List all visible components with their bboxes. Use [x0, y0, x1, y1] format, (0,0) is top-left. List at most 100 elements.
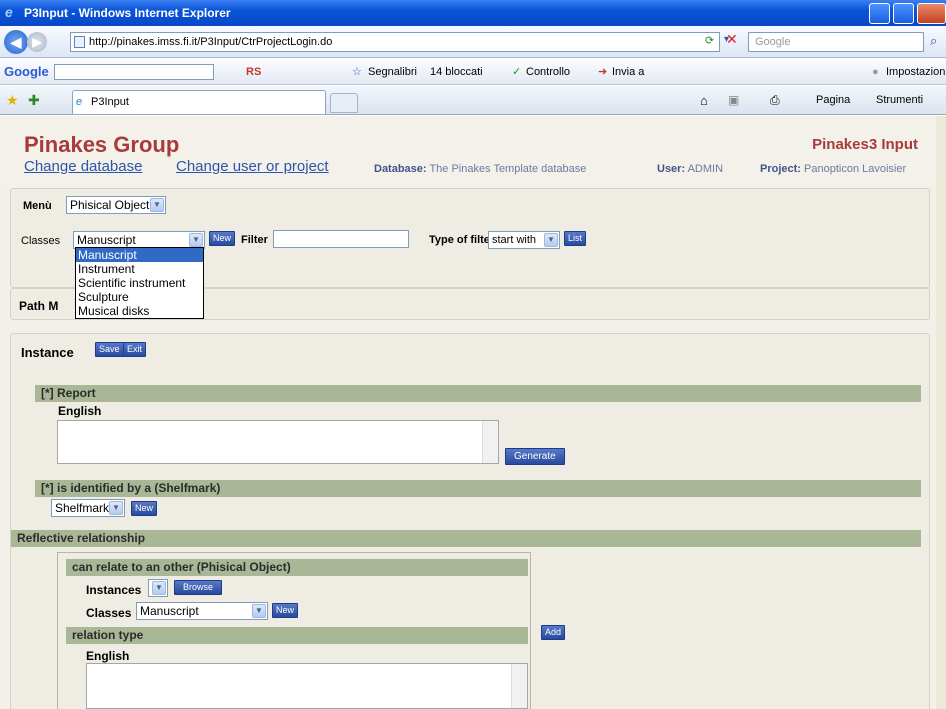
filter-type-label: Type of filter [429, 234, 495, 246]
product-title: Pinakes3 Input [812, 136, 918, 153]
relation-box: can relate to an other (Phisical Object)… [57, 552, 531, 709]
relation-english-label: English [86, 649, 130, 663]
report-english-label: English [58, 404, 102, 418]
reflective-section: Reflective relationship [11, 530, 921, 547]
filter-type-select[interactable]: start with ▼ [488, 231, 560, 249]
classes-select-value: Manuscript [77, 233, 136, 247]
user-label: User: [657, 163, 686, 175]
popup-blocked-button[interactable]: 14 bloccati [430, 59, 483, 85]
classes-label-2: Classes [86, 606, 132, 620]
instance-panel: Instance Save Exit [*] Report English Ge… [10, 333, 930, 709]
chevron-down-icon: ▼ [189, 233, 203, 247]
classes-value-2: Manuscript [140, 604, 199, 618]
filter-type-value: start with [492, 234, 537, 246]
search-icon[interactable]: ⌕ [930, 33, 937, 49]
chevron-down-icon: ▼ [544, 233, 558, 247]
rs-button[interactable]: RS [246, 59, 261, 85]
project-label: Project: [760, 163, 801, 175]
change-database-link[interactable]: Change database [24, 158, 142, 175]
print-icon[interactable]: ⎙ [770, 93, 780, 108]
instance-title: Instance [21, 345, 74, 360]
classes-dropdown-list[interactable]: Manuscript Instrument Scientific instrum… [75, 247, 204, 319]
google-search-input[interactable] [54, 64, 214, 80]
ie-tab-icon: e [76, 96, 83, 108]
instances-label: Instances [86, 583, 142, 597]
tab-row: ★ ✚ e P3Input ⌂ ▣ ⎙ Pagina Strumenti [0, 86, 946, 115]
instances-select[interactable]: ▼ [148, 579, 168, 597]
menu-select[interactable]: Phisical Object ▼ [66, 196, 166, 214]
spellcheck-icon: ✓ [512, 66, 522, 78]
window-titlebar: e P3Input - Windows Internet Explorer [0, 0, 946, 26]
dropdown-option[interactable]: Manuscript [76, 248, 203, 262]
filter-input[interactable] [273, 230, 409, 248]
dropdown-option[interactable]: Sculpture [76, 290, 203, 304]
new-shelfmark-button[interactable]: New [131, 501, 158, 516]
user-value: ADMIN [687, 163, 724, 175]
dropdown-option[interactable]: Instrument [76, 262, 203, 276]
tab-p3input[interactable]: e P3Input [72, 90, 326, 114]
new-class-button-2[interactable]: New [272, 603, 299, 618]
page-icon [74, 36, 85, 48]
settings-button[interactable]: Impostazioni [886, 59, 946, 85]
relation-textarea[interactable] [86, 663, 528, 709]
dropdown-option[interactable]: Musical disks [76, 304, 203, 318]
exit-button[interactable]: Exit [123, 342, 147, 357]
path-label: Path M [19, 299, 59, 313]
dropdown-option[interactable]: Scientific instrument [76, 276, 203, 290]
textarea-scrollbar[interactable] [482, 421, 498, 463]
forward-button[interactable]: ▶ [27, 32, 47, 52]
minimize-button[interactable] [869, 3, 890, 24]
report-textarea[interactable] [57, 420, 499, 464]
relate-section: can relate to an other (Phisical Object) [66, 559, 528, 576]
close-button[interactable] [917, 3, 946, 24]
textarea-scrollbar[interactable] [511, 664, 527, 708]
browse-button[interactable]: Browse [174, 580, 223, 595]
classes-label: Classes [21, 235, 61, 247]
google-toolbar: Google RS ☆ Segnalibri 14 bloccati ✓ Con… [0, 59, 946, 85]
check-button[interactable]: Controllo [526, 59, 570, 85]
send-button[interactable]: Invia a [612, 59, 644, 85]
chevron-down-icon: ▼ [252, 604, 266, 618]
new-tab-button[interactable] [330, 93, 358, 113]
add-favorite-icon[interactable]: ✚ [28, 92, 40, 109]
generate-button[interactable]: Generate [505, 448, 565, 465]
report-section: [*] Report [35, 385, 921, 402]
project-value: Panopticon Lavoisier [804, 163, 907, 175]
search-input[interactable]: Google [748, 32, 924, 52]
filter-label: Filter [241, 234, 268, 246]
change-user-link[interactable]: Change user or project [176, 158, 329, 175]
refresh-icon[interactable]: ⟳ [705, 34, 714, 47]
db-label: Database: [374, 163, 427, 175]
shelfmark-select[interactable]: Shelfmark ▼ [51, 499, 125, 517]
brand-title: Pinakes Group [24, 132, 180, 157]
address-bar[interactable]: http://pinakes.imss.fi.it/P3Input/CtrPro… [70, 32, 720, 52]
new-class-button[interactable]: New [209, 231, 236, 246]
stop-icon[interactable]: ✕ [726, 31, 738, 48]
chevron-down-icon: ▼ [152, 581, 166, 595]
shelfmark-value: Shelfmark [55, 501, 110, 515]
tools-menu[interactable]: Strumenti [876, 94, 923, 106]
settings-icon: ● [872, 66, 879, 78]
back-button[interactable]: ◀ [4, 30, 28, 54]
project-info: Project: Panopticon Lavoisier [760, 163, 906, 175]
page-scrollbar[interactable] [936, 116, 946, 709]
favorites-star-icon[interactable]: ★ [6, 92, 19, 109]
menu-label: Menù [23, 200, 52, 212]
bookmarks-button[interactable]: Segnalibri [368, 59, 417, 85]
page-content: Pinakes Group Pinakes3 Input Change data… [0, 116, 946, 709]
add-button[interactable]: Add [541, 625, 566, 640]
feeds-icon[interactable]: ▣ [728, 93, 739, 107]
list-button[interactable]: List [564, 231, 587, 246]
send-icon: ➜ [598, 66, 608, 78]
database-info: Database: The Pinakes Template database [374, 163, 586, 175]
chevron-down-icon: ▼ [109, 501, 123, 515]
ie-icon: e [5, 4, 13, 20]
page-menu[interactable]: Pagina [816, 94, 850, 106]
save-button[interactable]: Save [95, 342, 124, 357]
relation-type-section: relation type [66, 627, 528, 644]
classes-select-2[interactable]: Manuscript ▼ [136, 602, 268, 620]
maximize-button[interactable] [893, 3, 914, 24]
window-title: P3Input - Windows Internet Explorer [24, 6, 231, 20]
home-icon[interactable]: ⌂ [700, 93, 708, 108]
db-value: The Pinakes Template database [429, 163, 587, 175]
